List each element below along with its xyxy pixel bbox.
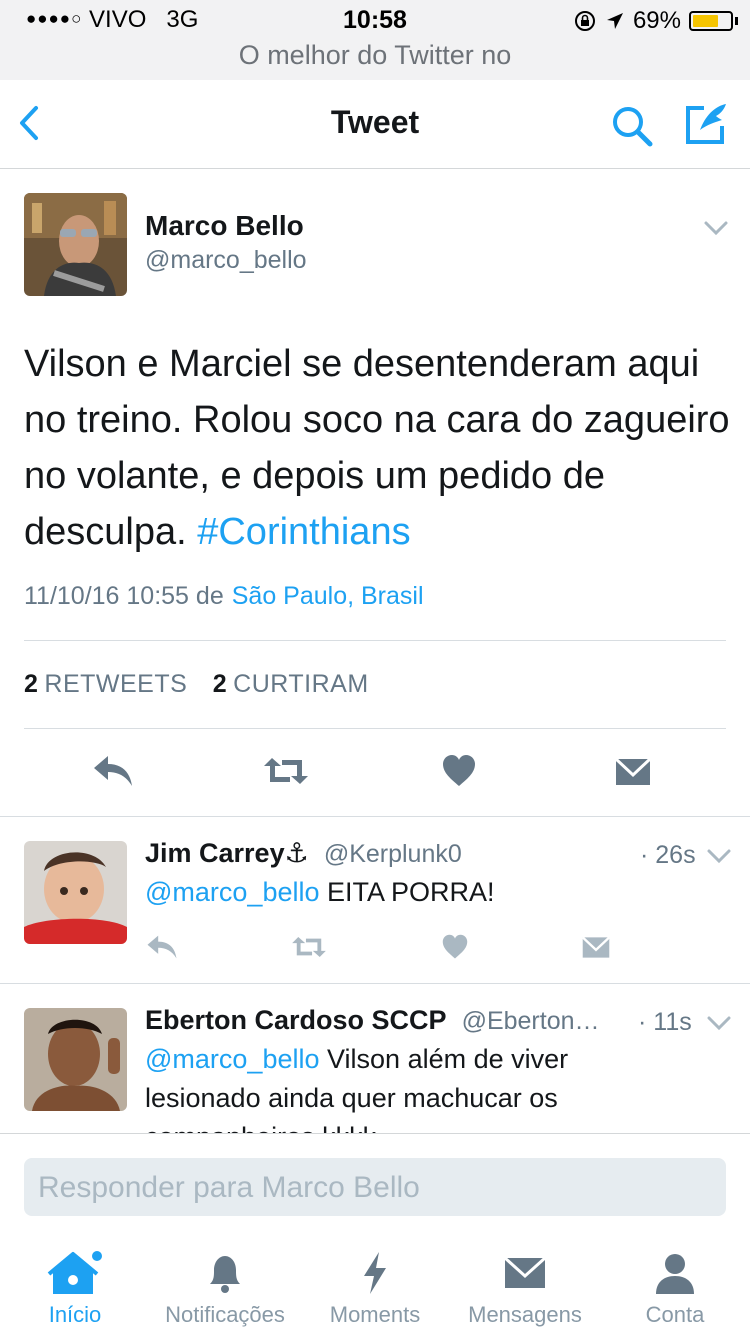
rotation-lock-icon bbox=[574, 11, 595, 31]
compose-icon[interactable] bbox=[682, 100, 730, 148]
reply-time: · 11s bbox=[638, 1008, 692, 1036]
likes-label[interactable]: CURTIRAM bbox=[233, 670, 368, 698]
direct-message-icon[interactable] bbox=[614, 756, 652, 788]
tab-notifications-label: Notificações bbox=[165, 1302, 285, 1327]
reply-time: · 26s bbox=[640, 841, 696, 869]
battery-percent: 69% bbox=[632, 7, 681, 34]
divider bbox=[0, 983, 750, 984]
reply-body: EITA PORRA! bbox=[327, 877, 495, 907]
reply-author-name[interactable]: Jim Carrey⚓ bbox=[145, 838, 309, 868]
divider bbox=[24, 728, 726, 729]
reply-icon[interactable] bbox=[92, 754, 134, 788]
tab-messages-label: Mensagens bbox=[468, 1302, 582, 1327]
tab-moments-label: Moments bbox=[329, 1302, 421, 1327]
status-subtitle: O melhor do Twitter no bbox=[238, 40, 512, 70]
reply-mention[interactable]: @marco_bello bbox=[145, 877, 320, 907]
reply-mention[interactable]: @marco_bello bbox=[145, 1044, 320, 1074]
tab-messages[interactable]: Mensagens bbox=[450, 1250, 600, 1328]
tweet-text: Vilson e Marciel se desentenderam aqui n… bbox=[24, 336, 736, 560]
chevron-down-icon[interactable] bbox=[706, 848, 732, 864]
tweet-hashtag[interactable]: #Corinthians bbox=[197, 511, 410, 553]
reply-author-name[interactable]: Eberton Cardoso SCCP bbox=[145, 1005, 447, 1035]
author-avatar[interactable] bbox=[24, 193, 127, 296]
retweets-label[interactable]: RETWEETS bbox=[44, 670, 187, 698]
like-heart-icon[interactable] bbox=[441, 754, 477, 788]
navigation-bar: Tweet bbox=[0, 80, 750, 169]
tab-notifications[interactable]: Notificações bbox=[150, 1250, 300, 1328]
bell-icon bbox=[210, 1256, 240, 1293]
retweet-icon[interactable] bbox=[290, 934, 328, 960]
tweet-timestamp: 11/10/16 10:55 de bbox=[24, 582, 224, 610]
reply-header: Jim Carrey⚓ @Kerplunk0 bbox=[145, 838, 462, 869]
divider bbox=[24, 640, 726, 641]
author-name[interactable]: Marco Bello bbox=[145, 210, 304, 242]
reply-text: @marco_bello EITA PORRA! bbox=[145, 873, 715, 912]
reply-author-handle[interactable]: @Kerplunk0 bbox=[324, 840, 462, 868]
tweet-meta: 11/10/16 10:55 de São Paulo, Brasil bbox=[24, 582, 424, 611]
reply-header: Eberton Cardoso SCCP @Eberton… bbox=[145, 1005, 600, 1036]
reply-author-handle[interactable]: @Eberton… bbox=[462, 1007, 600, 1035]
reply-icon[interactable] bbox=[146, 934, 178, 960]
tweet-location[interactable]: São Paulo, Brasil bbox=[232, 582, 424, 610]
status-right: 69% bbox=[573, 7, 738, 35]
search-icon[interactable] bbox=[608, 102, 656, 150]
reply-body-line2: lesionado ainda quer machucar os bbox=[145, 1083, 558, 1113]
direct-message-icon[interactable] bbox=[581, 935, 611, 960]
retweet-icon[interactable] bbox=[262, 754, 310, 788]
home-icon bbox=[47, 1251, 102, 1294]
tweet-stats: 2 RETWEETS 2 CURTIRAM bbox=[24, 670, 369, 699]
tab-account[interactable]: Conta bbox=[600, 1250, 750, 1328]
tab-account-label: Conta bbox=[645, 1302, 705, 1327]
envelope-icon bbox=[503, 1256, 547, 1288]
retweets-count[interactable]: 2 bbox=[24, 670, 38, 698]
person-icon bbox=[656, 1254, 694, 1294]
battery-icon bbox=[689, 11, 733, 31]
status-bar: ●●●●○ VIVO 3G 10:58 69% O melhor do Twit… bbox=[0, 0, 750, 80]
reply-input[interactable]: Responder para Marco Bello bbox=[24, 1158, 726, 1216]
chevron-down-icon[interactable] bbox=[706, 1015, 732, 1031]
author-handle[interactable]: @marco_bello bbox=[145, 246, 307, 275]
tab-moments[interactable]: Moments bbox=[300, 1250, 450, 1328]
divider bbox=[0, 816, 750, 817]
reply-body-line1: Vilson além de viver bbox=[327, 1044, 569, 1074]
like-heart-icon[interactable] bbox=[441, 934, 469, 960]
location-arrow-icon bbox=[606, 13, 623, 29]
lightning-icon bbox=[364, 1252, 386, 1294]
chevron-down-icon[interactable] bbox=[703, 220, 729, 236]
reply-avatar[interactable] bbox=[24, 841, 127, 944]
tab-home-label: Início bbox=[48, 1302, 102, 1327]
likes-count[interactable]: 2 bbox=[213, 670, 227, 698]
tab-home[interactable]: Início bbox=[0, 1250, 150, 1328]
reply-avatar[interactable] bbox=[24, 1008, 127, 1111]
